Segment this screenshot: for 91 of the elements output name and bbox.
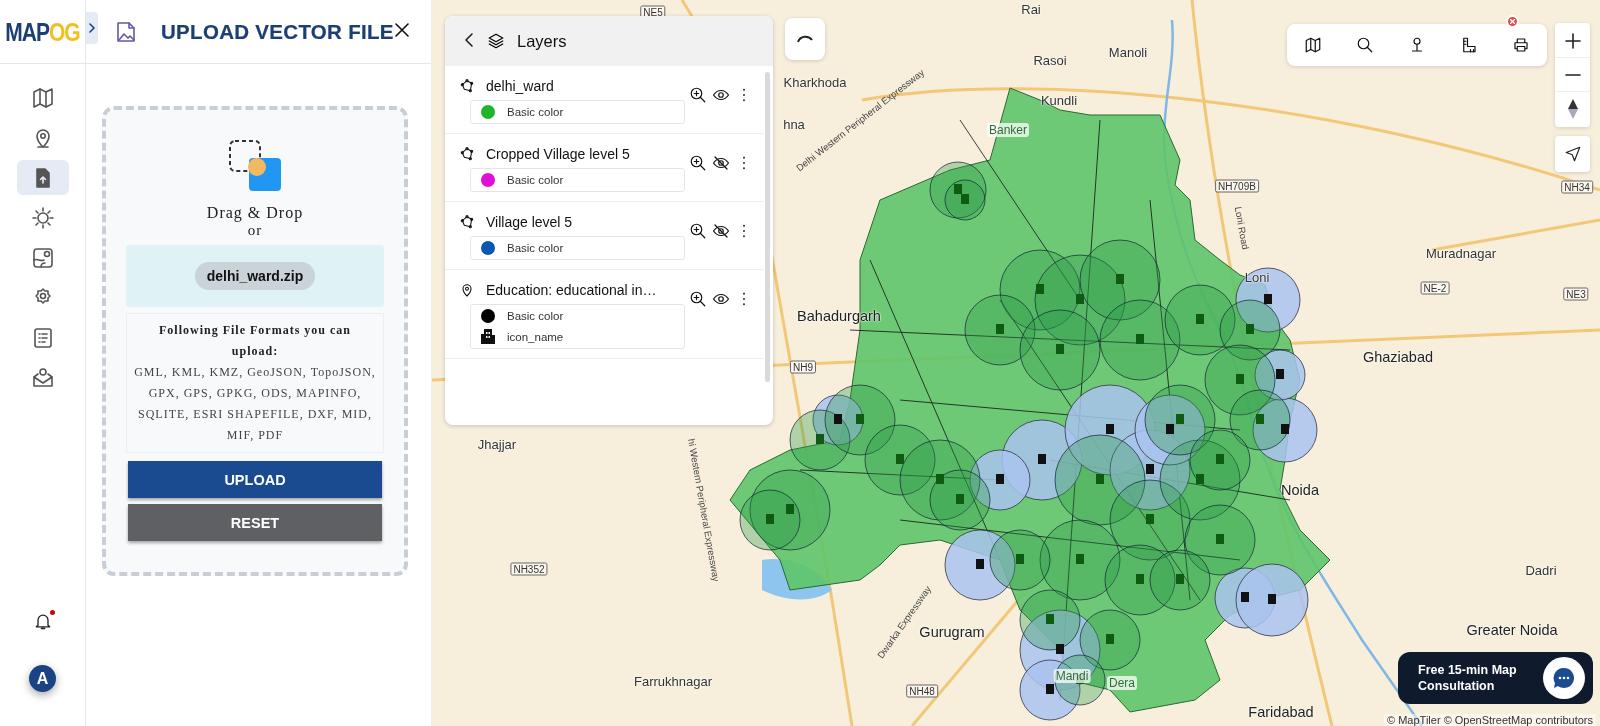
print-icon[interactable] <box>1512 36 1530 54</box>
zoom-in-icon[interactable] <box>689 154 707 172</box>
place-label: Mandi <box>1053 669 1091 683</box>
compass-icon <box>1566 98 1579 120</box>
city-label: Noida <box>1281 482 1319 498</box>
upload-button[interactable]: UPLOAD <box>128 461 382 498</box>
mail-pin-icon <box>30 365 55 390</box>
place-label: Jhajjar <box>477 436 517 452</box>
map-attribution[interactable]: © MapTiler © OpenStreetMap contributors <box>1384 714 1596 726</box>
chevron-right-icon <box>87 21 97 34</box>
ruler-icon[interactable] <box>1460 36 1478 54</box>
reset-button[interactable]: RESET <box>128 504 382 541</box>
place-label: Rai <box>1021 1 1041 17</box>
location-pin-icon <box>459 282 475 298</box>
style-label: Basic color <box>507 310 564 322</box>
map-icon[interactable] <box>1304 36 1322 54</box>
sidebar-item[interactable] <box>16 160 69 195</box>
style-label: Basic color <box>507 242 564 254</box>
city-label: Faridabad <box>1248 704 1314 720</box>
map-pin-icon <box>30 245 55 270</box>
road-shield: NH48 <box>906 684 938 698</box>
search-icon[interactable] <box>1356 36 1374 54</box>
spinner-icon <box>796 34 814 44</box>
layers-icon <box>487 32 505 50</box>
drag-drop-text: Drag & Drop <box>206 204 304 222</box>
layer-name[interactable]: Village level 5 <box>486 214 573 230</box>
place-label: Farrukhnagar <box>634 673 712 689</box>
place-label: Loni <box>1244 269 1270 285</box>
road-shield: NH34 <box>1561 180 1593 194</box>
map-icon <box>30 85 55 110</box>
minus-icon <box>1564 73 1581 76</box>
place-label: Manoli <box>1108 44 1148 60</box>
style-label: Basic color <box>507 174 564 186</box>
style-box[interactable]: Basic color icon_name <box>470 304 685 349</box>
road-shield: NH9 <box>790 360 816 374</box>
road-shield: NH709B <box>1215 179 1259 193</box>
road-shield: NE3 <box>1563 287 1589 301</box>
polygon-icon <box>459 146 475 162</box>
file-chip[interactable]: delhi_ward.zip <box>194 262 316 290</box>
eye-slash-icon[interactable] <box>712 222 730 240</box>
road-name: hi Western Peripheral Expressway <box>686 437 722 583</box>
style-label: icon_name <box>507 330 564 343</box>
polygon-icon <box>459 78 475 94</box>
place-label: Kharkhoda <box>783 74 847 90</box>
style-label: Basic color <box>507 106 564 118</box>
place-label: Rasoi <box>1033 52 1067 68</box>
scrollbar[interactable] <box>765 72 770 382</box>
locate-button[interactable] <box>1555 136 1590 172</box>
style-box[interactable]: Basic color <box>470 168 685 192</box>
close-button[interactable] <box>395 23 409 40</box>
place-label: Dera <box>1107 676 1137 690</box>
layer-name[interactable]: Cropped Village level 5 <box>486 146 630 162</box>
road-name: Loni Road <box>1232 205 1252 251</box>
zoom-in-icon[interactable] <box>689 222 707 240</box>
layer-name[interactable]: Education: educational in… <box>486 282 657 298</box>
style-box[interactable]: Basic color <box>470 100 685 124</box>
city-label: Ghaziabad <box>1362 349 1434 365</box>
formats-heading: Following File Formats you can upload: <box>158 322 352 360</box>
logo[interactable]: MAPOG <box>5 16 80 47</box>
eye-slash-icon[interactable] <box>712 154 730 172</box>
zoom-in-icon[interactable] <box>689 86 707 104</box>
formats-list: GML, KML, KMZ, GeoJSON, TopoJSON, GPX, GPS, GPKG, ODS, MAPINFO, SQLITE, ESRI SHAPEFILE, DXF, MID, MIF, PDF <box>129 362 381 446</box>
panel-title: Layers <box>517 31 567 51</box>
place-label: Muradnagar <box>1425 245 1497 261</box>
consultation-button[interactable]: Free 15-min Map Consultation <box>1398 652 1593 704</box>
close-icon <box>1510 19 1515 24</box>
road-shield: NE-2 <box>1420 281 1450 295</box>
place-label: Banker <box>987 123 1029 137</box>
place-label: Dadri <box>1525 562 1557 578</box>
loading-button[interactable] <box>785 18 825 60</box>
drop-zone[interactable]: Drag & Drop or delhi_ward.zip Following File Formats you can upload: GML, KML, KMZ, GeoJSON, TopoJSON, GPX, GPS, GPKG, ODS, MAPINFO, SQLITE, ESRI SHAPEFILE, DXF, MID, MIF, PDF UPLOAD RESET <box>102 106 408 576</box>
chat-icon <box>1551 665 1577 691</box>
plus-icon <box>1564 32 1581 49</box>
layer-name[interactable]: delhi_ward <box>486 78 554 94</box>
building-icon <box>481 329 495 344</box>
close-icon <box>395 23 409 37</box>
image-file-icon <box>116 20 136 43</box>
style-box[interactable]: Basic color <box>470 236 685 260</box>
navigation-arrow-icon <box>1563 145 1582 163</box>
city-label: Greater Noida <box>1466 622 1558 638</box>
place-label: hna <box>783 116 805 132</box>
polygon-icon <box>459 214 475 230</box>
avatar[interactable]: A <box>29 665 56 692</box>
zoom-in-icon[interactable] <box>689 290 707 308</box>
or-text: or <box>247 222 263 239</box>
drag-drop-icon <box>227 138 283 194</box>
chevron-left-icon <box>463 31 475 48</box>
panel-title: UPLOAD VECTOR FILE <box>161 19 394 44</box>
place-label: Kundli <box>1040 92 1078 108</box>
gear-icon <box>30 205 55 230</box>
road-shield: NH352 <box>510 562 548 576</box>
